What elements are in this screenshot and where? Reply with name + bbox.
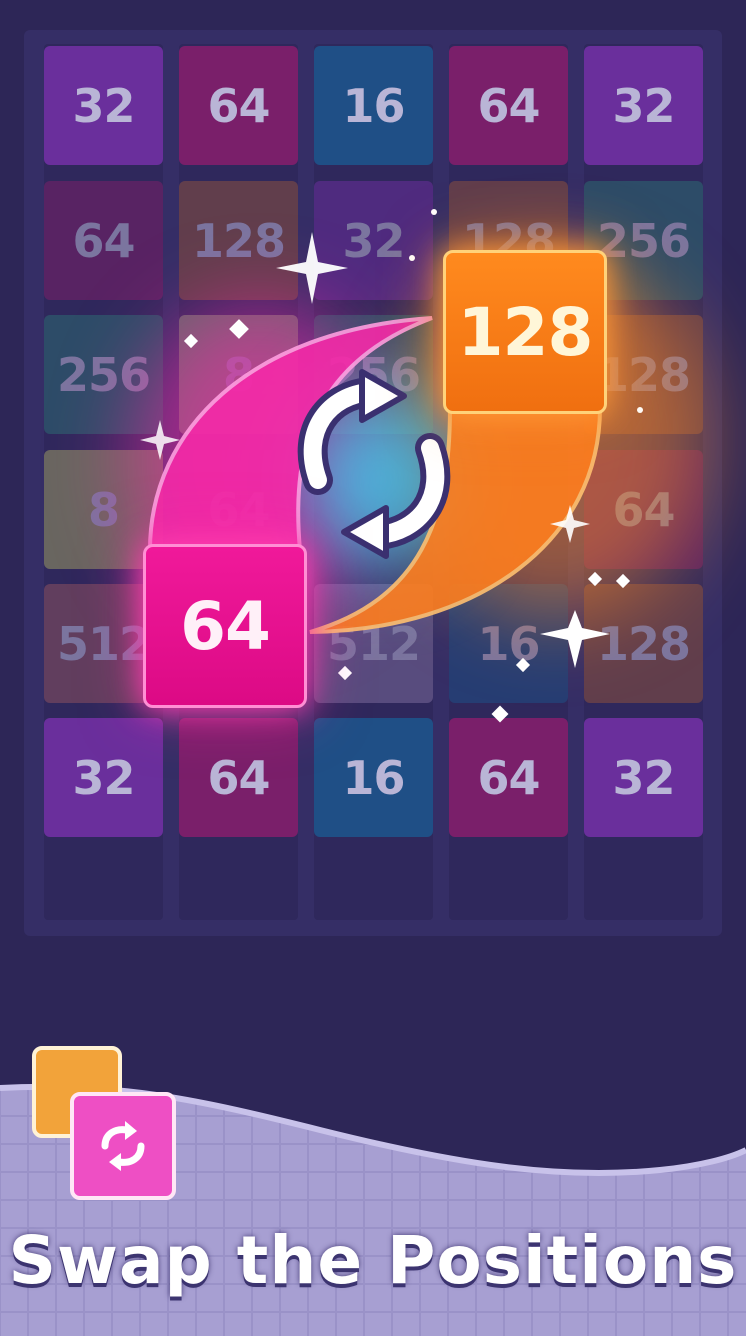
swap-tile-128[interactable]: 128	[443, 250, 607, 414]
swap-effect	[140, 209, 643, 723]
pink-square-icon	[70, 1092, 176, 1200]
refresh-icon	[101, 1121, 145, 1171]
swap-tile-64[interactable]: 64	[143, 544, 307, 708]
swap-positions-icon	[30, 1044, 180, 1204]
pink-swoosh	[147, 316, 433, 552]
orange-swoosh	[309, 406, 603, 634]
caption-title: Swap the Positions	[8, 1222, 738, 1299]
